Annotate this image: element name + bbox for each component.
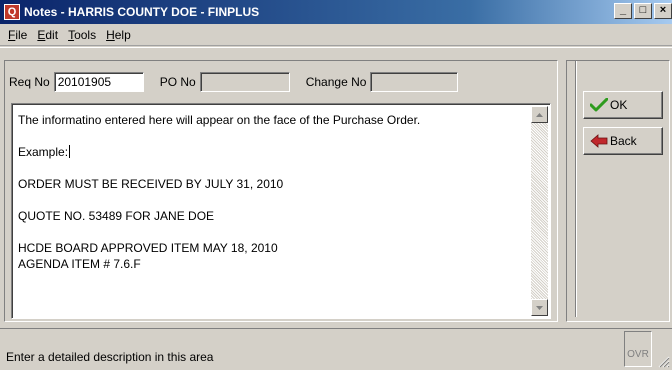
po-no-label: PO No (159, 75, 196, 89)
document-number-row: Req No 20101905 PO No Change No (9, 71, 459, 93)
close-button[interactable]: × (654, 3, 672, 19)
overwrite-mode-indicator: OVR (624, 331, 652, 367)
menu-file[interactable]: File (8, 28, 27, 42)
text-caret (69, 145, 71, 158)
back-button[interactable]: Back (583, 127, 663, 155)
resize-grip-icon[interactable] (658, 356, 670, 368)
red-back-arrow-icon (590, 133, 608, 149)
minimize-button[interactable]: _ (614, 3, 632, 19)
ok-button-label: OK (610, 98, 628, 112)
panel-divider (575, 61, 577, 317)
notes-textarea[interactable]: The informatino entered here will appear… (11, 103, 551, 319)
po-no-field[interactable] (199, 72, 290, 92)
notes-panel: Req No 20101905 PO No Change No The info… (4, 60, 558, 322)
notes-line: QUOTE NO. 53489 FOR JANE DOE (18, 209, 215, 223)
status-message: Enter a detailed description in this are… (6, 350, 214, 364)
vertical-scrollbar[interactable] (531, 106, 548, 316)
window-title: Notes - HARRIS COUNTY DOE - FINPLUS (24, 5, 260, 19)
scroll-up-button[interactable] (531, 106, 548, 123)
action-panel: OK Back (566, 60, 670, 322)
notes-line: HCDE BOARD APPROVED ITEM MAY 18, 2010 (18, 241, 278, 255)
change-no-label: Change No (305, 75, 367, 89)
scroll-down-arrow-icon (536, 305, 543, 310)
notes-line: The informatino entered here will appear… (18, 113, 421, 127)
status-bar: Enter a detailed description in this are… (0, 328, 672, 370)
finplus-app-icon[interactable]: Q (4, 4, 20, 20)
menu-divider (0, 47, 672, 48)
scroll-down-button[interactable] (531, 299, 548, 316)
title-bar[interactable]: Q Notes - HARRIS COUNTY DOE - FINPLUS _ … (0, 0, 672, 24)
notes-line: AGENDA ITEM # 7.6.F (18, 257, 141, 271)
change-no-field[interactable] (370, 72, 459, 92)
notes-text: The informatino entered here will appear… (18, 112, 518, 272)
req-no-label: Req No (9, 75, 50, 89)
back-button-label: Back (610, 134, 637, 148)
menu-tools[interactable]: Tools (68, 28, 96, 42)
notes-line: Example: (18, 145, 69, 159)
scroll-up-arrow-icon (536, 112, 543, 117)
green-checkmark-icon (590, 97, 608, 113)
menu-bar: File Edit Tools Help (0, 24, 672, 46)
req-no-field[interactable]: 20101905 (53, 72, 144, 92)
maximize-button[interactable]: □ (634, 3, 652, 19)
menu-edit[interactable]: Edit (37, 28, 58, 42)
notes-line-example: Example: (18, 144, 518, 160)
menu-help[interactable]: Help (106, 28, 131, 42)
notes-line: ORDER MUST BE RECEIVED BY JULY 31, 2010 (18, 177, 284, 191)
ok-button[interactable]: OK (583, 91, 663, 119)
window-controls: _ □ × (612, 3, 672, 19)
